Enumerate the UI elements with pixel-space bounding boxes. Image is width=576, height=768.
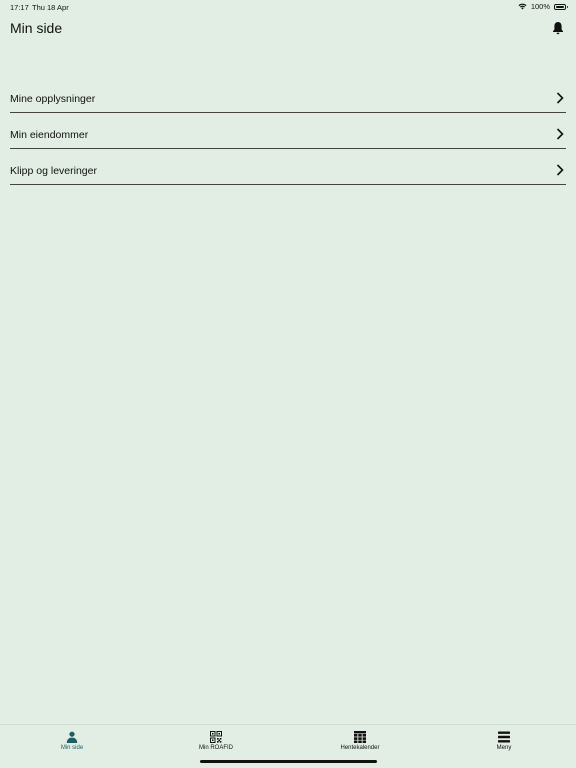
wifi-icon [518,3,527,10]
tab-label: Min side [60,745,84,751]
menu-item-min-eiendommer[interactable]: Min eiendommer [10,114,566,149]
tab-label: Meny [496,745,512,751]
battery-percent: 100% [530,2,550,11]
status-date: Thu 18 Apr [32,3,69,12]
menu-item-label: Min eiendommer [10,129,89,141]
menu-item-label: Klipp og leveringer [10,165,97,177]
tab-min-side[interactable]: Min side [0,725,144,755]
tab-bar: Min side Min ROAFID Hentekalender Meny [0,724,576,768]
status-time: 17:17 [10,3,29,12]
chevron-right-icon [556,164,564,176]
chevron-right-icon [556,92,564,104]
menu-item-label: Mine opplysninger [10,93,96,105]
menu-item-klipp-og-leveringer[interactable]: Klipp og leveringer [10,150,566,185]
battery-fill [556,5,564,8]
hamburger-menu-icon [498,731,510,743]
status-bar: 17:17 Thu 18 Apr 100% [0,0,576,14]
tab-hentekalender[interactable]: Hentekalender [288,725,432,755]
menu-list: Mine opplysninger Min eiendommer Klipp o… [10,78,566,186]
bell-icon[interactable] [552,21,564,35]
home-indicator[interactable] [200,760,377,763]
tab-label: Hentekalender [340,745,380,751]
status-indicators: 100% [518,2,568,11]
page-title: Min side [10,20,63,36]
calendar-grid-icon [354,731,366,743]
battery-icon [554,3,568,10]
tab-label: Min ROAFID [198,745,233,751]
header: Min side [10,20,566,38]
qr-code-icon [210,731,222,743]
person-icon [66,731,78,743]
tab-meny[interactable]: Meny [432,725,576,755]
tab-min-roafid[interactable]: Min ROAFID [144,725,288,755]
menu-item-mine-opplysninger[interactable]: Mine opplysninger [10,78,566,113]
chevron-right-icon [556,128,564,140]
